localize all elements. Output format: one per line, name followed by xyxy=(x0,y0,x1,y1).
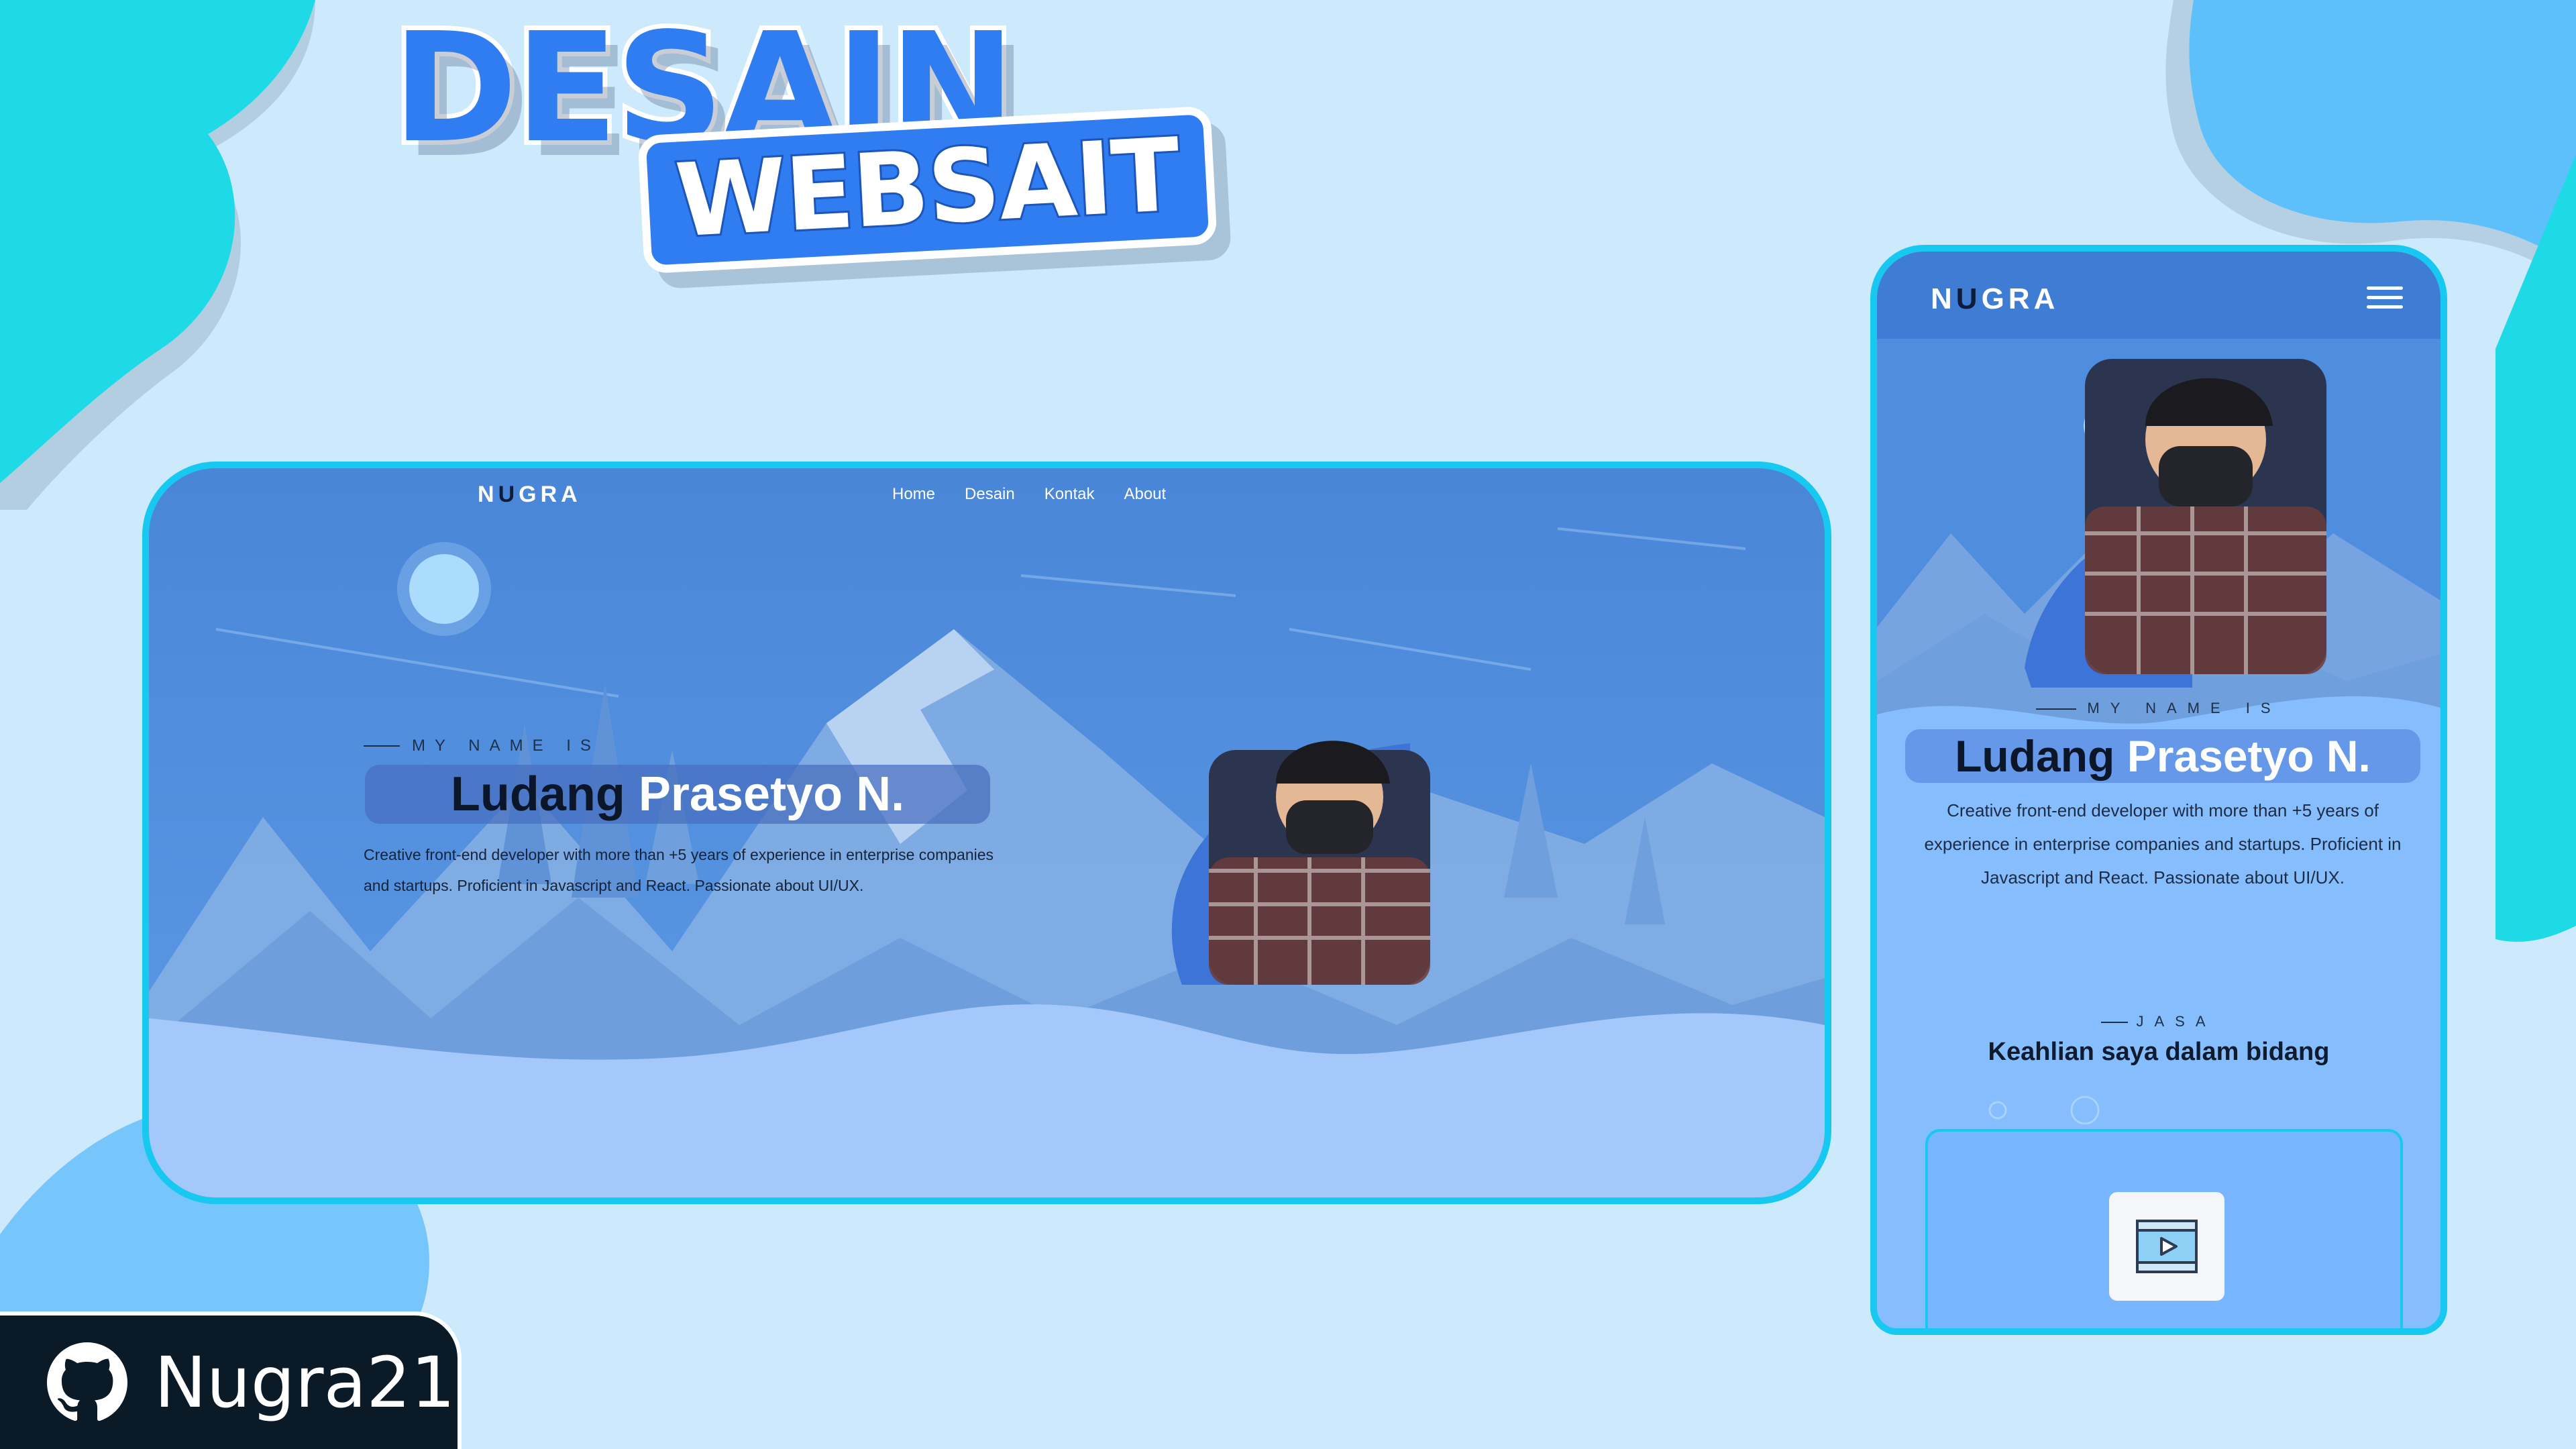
logo-letter-accent: U xyxy=(498,482,519,507)
logo-letter: N xyxy=(1931,282,1956,315)
github-badge[interactable]: Nugra21 xyxy=(0,1311,462,1449)
banner-title-websait: WEBSAIT xyxy=(671,115,1184,262)
service-card[interactable] xyxy=(1925,1129,2403,1328)
logo-letters: GRA xyxy=(1981,282,2059,315)
video-icon xyxy=(2109,1192,2224,1301)
desktop-nav-links: Home Desain Kontak About xyxy=(892,485,1166,504)
desktop-hero-eyebrow: MY NAME IS xyxy=(364,737,600,755)
nav-link-desain[interactable]: Desain xyxy=(965,485,1015,504)
banner-title-websait-badge: WEBSAIT xyxy=(637,105,1218,274)
logo-letters: GRA xyxy=(519,482,582,507)
logo-letter: N xyxy=(478,482,498,507)
desktop-mockup: NUGRA Home Desain Kontak About MY NAME I… xyxy=(142,462,1831,1204)
hero-name-rest: Prasetyo N. xyxy=(2127,731,2371,781)
desktop-hero-description: Creative front-end developer with more t… xyxy=(364,846,994,894)
github-icon xyxy=(47,1342,127,1421)
services-heading: Keahlian saya dalam bidang xyxy=(1988,1038,2330,1066)
github-username: Nugra21 xyxy=(154,1341,455,1424)
mobile-nav-logo[interactable]: NUGRA xyxy=(1931,282,2059,316)
background-blob-top-left xyxy=(0,0,315,510)
mobile-hero-description: Creative front-end developer with more t… xyxy=(1924,800,2402,888)
mobile-hero-eyebrow: MY NAME IS xyxy=(1877,700,2440,717)
desktop-hero-name: Ludang Prasetyo N. xyxy=(365,765,990,824)
logo-letter-accent: U xyxy=(1955,282,1982,315)
nav-link-kontak[interactable]: Kontak xyxy=(1044,485,1095,504)
nav-link-home[interactable]: Home xyxy=(892,485,935,504)
hero-name-first: Ludang xyxy=(1955,731,2115,781)
hero-name-first: Ludang xyxy=(450,767,625,821)
desktop-hero-illustration xyxy=(149,468,1825,1197)
desktop-nav-logo[interactable]: NUGRA xyxy=(478,482,582,508)
services-eyebrow: JASA xyxy=(1877,1013,2440,1030)
mobile-hero-name: Ludang Prasetyo N. xyxy=(1905,729,2420,783)
nav-link-about[interactable]: About xyxy=(1124,485,1166,504)
hero-name-rest: Prasetyo N. xyxy=(638,767,905,821)
hamburger-icon[interactable] xyxy=(2367,286,2403,312)
mobile-mockup: NUGRA MY NAME IS Ludang Prasetyo N. Crea… xyxy=(1870,245,2447,1335)
